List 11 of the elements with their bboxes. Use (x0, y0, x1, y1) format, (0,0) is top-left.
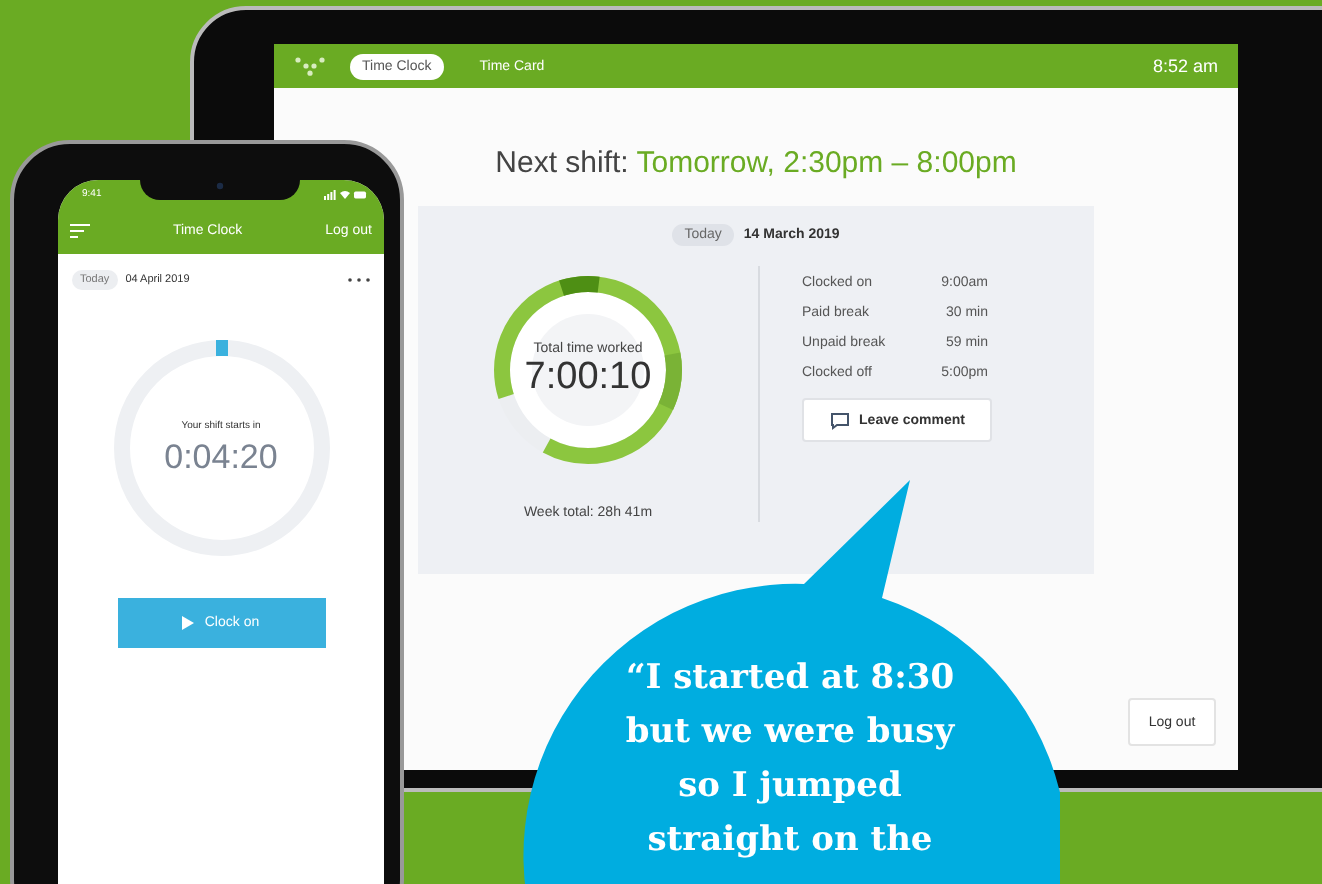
countdown-time: 0:04:20 (164, 437, 278, 477)
camera-icon (216, 182, 224, 190)
play-icon (182, 616, 195, 630)
logo-icon (294, 56, 326, 76)
next-shift-text: Next shift: Tomorrow, 2:30pm – 8:00pm (493, 146, 1019, 180)
clock-time: 8:52 am (1152, 56, 1218, 76)
status-icons (324, 189, 368, 199)
menu-icon[interactable] (70, 224, 90, 238)
comment-icon (829, 411, 850, 429)
quote-text: “I started at 8:30 but we were busy so I jumped straight on the (623, 656, 957, 864)
total-time: 7:00:10 (524, 355, 652, 399)
